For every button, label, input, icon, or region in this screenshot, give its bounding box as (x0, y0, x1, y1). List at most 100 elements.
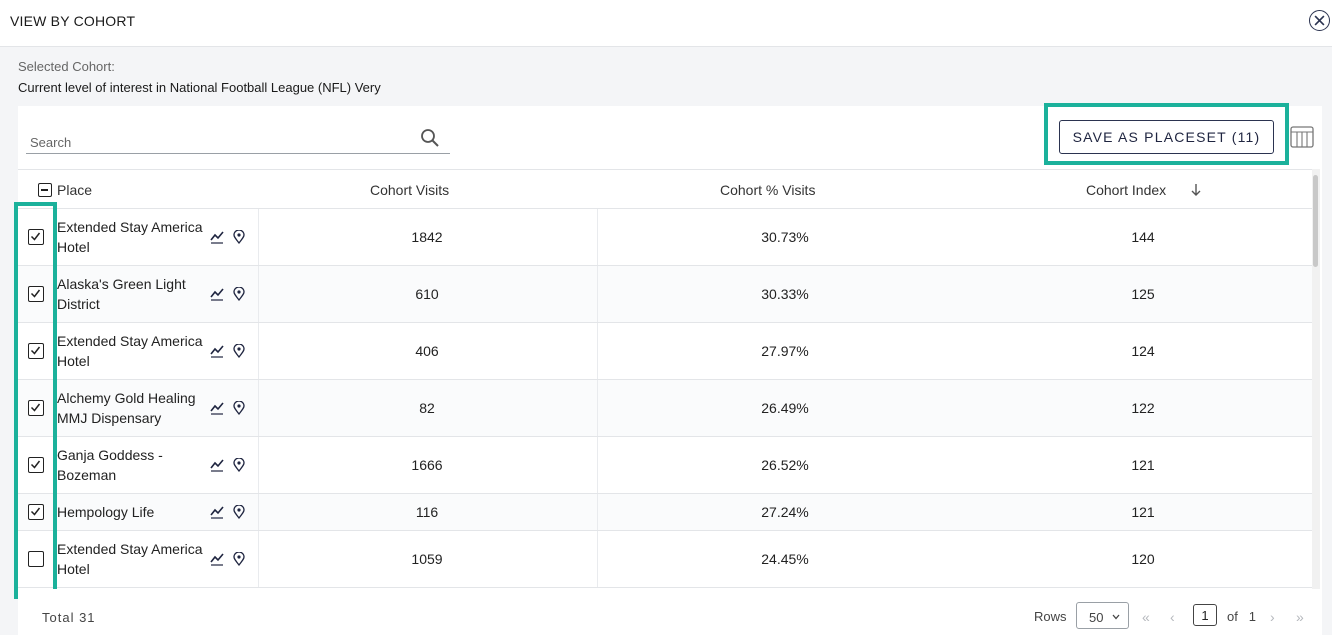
column-divider (258, 531, 259, 587)
select-all-checkbox[interactable] (38, 183, 52, 197)
last-page-button[interactable]: » (1296, 609, 1304, 625)
column-divider (258, 380, 259, 436)
chevron-down-icon (1112, 614, 1120, 620)
map-pin-icon[interactable] (233, 458, 245, 472)
table-row: Alchemy Gold Healing MMJ Dispensary 82 2… (18, 380, 1312, 437)
cohort-pct-visits-cell: 30.33% (761, 286, 809, 302)
cohort-pct-visits-cell: 27.97% (761, 343, 809, 359)
column-header-place[interactable]: Place (57, 182, 92, 198)
map-pin-icon[interactable] (233, 552, 245, 566)
cohort-index-cell: 125 (1131, 286, 1155, 302)
table-row: Ganja Goddess - Bozeman 1666 26.52% 121 (18, 437, 1312, 494)
table-header: Place Cohort Visits Cohort % Visits Coho… (18, 169, 1312, 209)
map-pin-icon[interactable] (233, 401, 245, 415)
column-header-cohort-pct-visits[interactable]: Cohort % Visits (720, 182, 815, 198)
column-divider (597, 266, 598, 322)
of-text: of (1227, 609, 1238, 624)
trend-icon[interactable] (210, 505, 224, 519)
page-of-label: of 1 (1227, 609, 1256, 624)
table-body: Extended Stay America Hotel 1842 30.73% … (18, 209, 1312, 588)
search-input[interactable] (30, 132, 410, 152)
sort-down-icon[interactable] (1190, 182, 1202, 198)
save-as-placeset-button[interactable]: SAVE AS PLACESET (11) (1059, 120, 1274, 154)
table-scrollbar[interactable] (1312, 169, 1320, 589)
trend-icon[interactable] (210, 401, 224, 415)
map-pin-icon[interactable] (233, 287, 245, 301)
cohort-index-cell: 121 (1131, 457, 1155, 473)
place-name[interactable]: Ganja Goddess - Bozeman (57, 445, 209, 485)
column-header-cohort-index[interactable]: Cohort Index (1086, 182, 1166, 198)
column-divider (258, 437, 259, 493)
cohort-index-cell: 120 (1131, 551, 1155, 567)
map-pin-icon[interactable] (233, 344, 245, 358)
cohort-visits-cell: 116 (415, 504, 439, 520)
previous-page-button[interactable]: ‹ (1170, 609, 1175, 625)
trend-icon[interactable] (210, 230, 224, 244)
close-button[interactable] (1309, 10, 1330, 31)
place-name[interactable]: Alchemy Gold Healing MMJ Dispensary (57, 388, 209, 428)
table-footer: Total 31 Rows 50 « ‹ 1 of 1 › » (18, 589, 1322, 635)
column-divider (597, 323, 598, 379)
table-row: Extended Stay America Hotel 1059 24.45% … (18, 531, 1312, 588)
trend-icon[interactable] (210, 344, 224, 358)
column-divider (597, 531, 598, 587)
rows-label: Rows (1034, 609, 1067, 624)
cohort-visits-cell: 1842 (411, 229, 443, 245)
cohort-visits-cell: 82 (419, 400, 435, 416)
checkbox-column-highlight (14, 202, 57, 599)
table-row: Alaska's Green Light District 610 30.33%… (18, 266, 1312, 323)
column-divider (258, 323, 259, 379)
cohort-pct-visits-cell: 27.24% (761, 504, 809, 520)
column-header-cohort-visits[interactable]: Cohort Visits (370, 182, 449, 198)
modal-header: VIEW BY COHORT (0, 0, 1332, 47)
rows-per-page-select[interactable]: 50 (1076, 602, 1129, 629)
cohort-modal: VIEW BY COHORT Selected Cohort: Current … (0, 0, 1332, 635)
column-divider (597, 494, 598, 530)
first-page-button[interactable]: « (1142, 609, 1150, 625)
trend-icon[interactable] (210, 287, 224, 301)
cohort-index-cell: 124 (1131, 343, 1155, 359)
selected-cohort-label: Selected Cohort: (18, 59, 115, 74)
cohort-visits-cell: 406 (415, 343, 439, 359)
table-panel: SAVE AS PLACESET (11) Place Cohort Visit… (14, 103, 1322, 635)
place-name[interactable]: Extended Stay America Hotel (57, 331, 209, 371)
grid-icon[interactable] (1290, 126, 1314, 148)
place-name[interactable]: Extended Stay America Hotel (57, 539, 209, 579)
table-row: Extended Stay America Hotel 1842 30.73% … (18, 209, 1312, 266)
rows-per-page-value: 50 (1089, 610, 1104, 625)
map-pin-icon[interactable] (233, 505, 245, 519)
place-name[interactable]: Extended Stay America Hotel (57, 217, 209, 257)
cohort-pct-visits-cell: 26.52% (761, 457, 809, 473)
cohort-pct-visits-cell: 30.73% (761, 229, 809, 245)
cohort-index-cell: 121 (1131, 504, 1155, 520)
selected-cohort-value: Current level of interest in National Fo… (18, 80, 381, 95)
scroll-thumb[interactable] (1313, 175, 1318, 267)
trend-icon[interactable] (210, 458, 224, 472)
modal-title: VIEW BY COHORT (10, 13, 136, 29)
trend-icon[interactable] (210, 552, 224, 566)
search-field (26, 128, 450, 154)
next-page-button[interactable]: › (1270, 609, 1275, 625)
cohort-index-cell: 122 (1131, 400, 1155, 416)
cohort-pct-visits-cell: 26.49% (761, 400, 809, 416)
map-pin-icon[interactable] (233, 230, 245, 244)
close-icon (1314, 15, 1325, 26)
column-divider (258, 266, 259, 322)
cohort-visits-cell: 1059 (411, 551, 443, 567)
search-icon[interactable] (420, 128, 440, 148)
column-divider (597, 437, 598, 493)
cohort-index-cell: 144 (1131, 229, 1155, 245)
cohort-visits-cell: 610 (415, 286, 439, 302)
table-row: Hempology Life 116 27.24% 121 (18, 494, 1312, 531)
total-pages: 1 (1248, 609, 1256, 624)
column-divider (258, 209, 259, 265)
place-name[interactable]: Alaska's Green Light District (57, 274, 209, 314)
column-divider (597, 380, 598, 436)
column-divider (597, 209, 598, 265)
place-name[interactable]: Hempology Life (57, 502, 209, 522)
cohort-pct-visits-cell: 24.45% (761, 551, 809, 567)
current-page-input[interactable]: 1 (1193, 604, 1217, 626)
column-divider (258, 494, 259, 530)
cohort-visits-cell: 1666 (411, 457, 443, 473)
table-row: Extended Stay America Hotel 406 27.97% 1… (18, 323, 1312, 380)
